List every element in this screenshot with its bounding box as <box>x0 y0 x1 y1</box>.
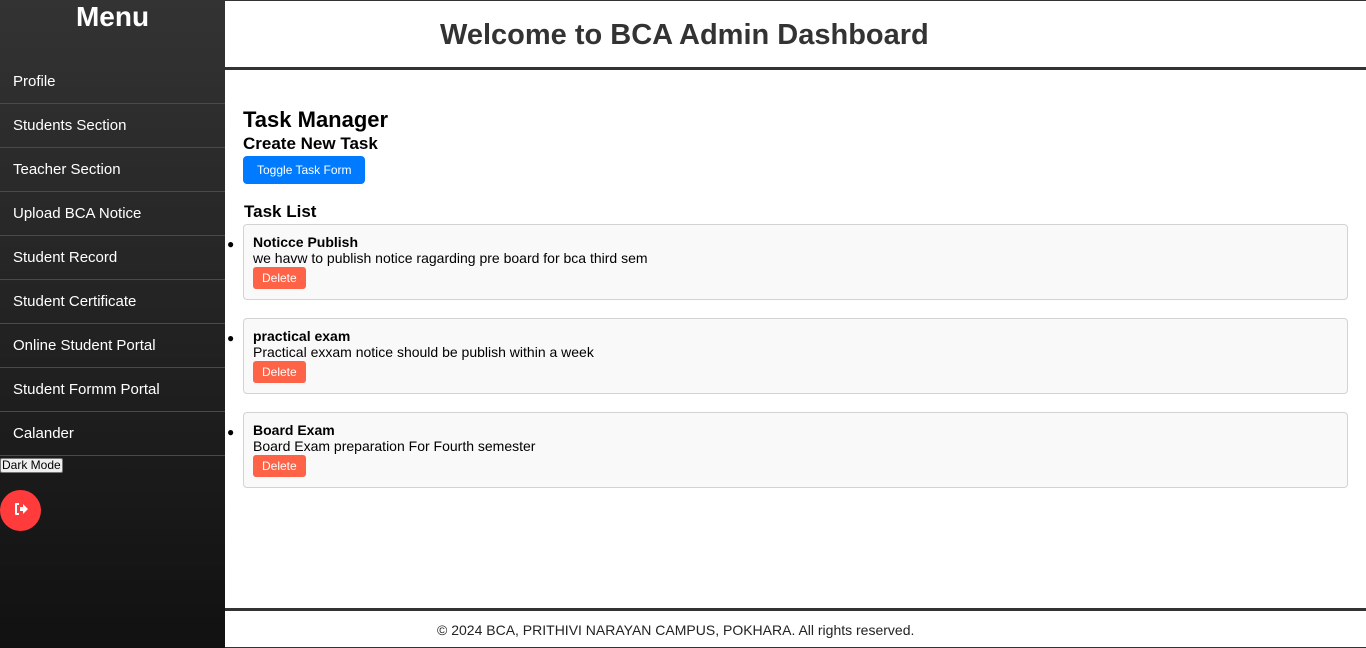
bullet-icon: ● <box>227 331 235 345</box>
task-description: Practical exxam notice should be publish… <box>253 344 594 360</box>
sidebar-item-students-section[interactable]: Students Section <box>0 104 225 148</box>
toggle-task-form-button[interactable]: Toggle Task Form <box>243 156 366 184</box>
sidebar-title: Menu <box>75 1 150 32</box>
delete-task-button[interactable]: Delete <box>253 267 306 289</box>
footer-text: © 2024 BCA, PRITHIVI NARAYAN CAMPUS, POK… <box>437 622 915 638</box>
create-task-title: Create New Task <box>243 134 378 153</box>
app: Menu Profile Students Section Teacher Se… <box>0 0 1366 648</box>
sidebar-item-online-student-portal[interactable]: Online Student Portal <box>0 324 225 368</box>
task-manager-title: Task Manager <box>243 107 389 132</box>
sidebar-item-teacher-section[interactable]: Teacher Section <box>0 148 225 192</box>
task-item: ● Board Exam Board Exam preparation For … <box>227 412 1348 488</box>
sidebar-item-student-form-portal[interactable]: Student Formm Portal <box>0 368 225 412</box>
main-content: Welcome to BCA Admin Dashboard Task Mana… <box>225 0 1366 648</box>
sidebar-item-calendar[interactable]: Calander <box>0 412 225 456</box>
sidebar-item-upload-notice[interactable]: Upload BCA Notice <box>0 192 225 236</box>
task-item: ● practical exam Practical exxam notice … <box>227 318 1348 394</box>
footer: © 2024 BCA, PRITHIVI NARAYAN CAMPUS, POK… <box>225 608 1366 648</box>
sidebar-item-student-certificate[interactable]: Student Certificate <box>0 280 225 324</box>
bullet-icon: ● <box>227 425 235 439</box>
task-list-title: Task List <box>244 202 317 221</box>
task-title: practical exam <box>253 328 351 344</box>
task-description: Board Exam preparation For Fourth semest… <box>253 438 536 454</box>
sidebar-item-profile[interactable]: Profile <box>0 60 225 104</box>
task-title: Noticce Publish <box>253 234 359 250</box>
task-description: we havw to publish notice ragarding pre … <box>253 250 648 266</box>
logout-icon <box>13 501 29 520</box>
task-manager: Task Manager Create New Task Toggle Task… <box>227 106 1348 506</box>
page-title: Welcome to BCA Admin Dashboard <box>440 19 929 51</box>
bullet-icon: ● <box>227 237 235 251</box>
sidebar: Menu Profile Students Section Teacher Se… <box>0 0 225 648</box>
logout-button[interactable] <box>0 490 41 531</box>
task-item: ● Noticce Publish we havw to publish not… <box>227 224 1348 300</box>
sidebar-menu: Profile Students Section Teacher Section… <box>0 60 225 456</box>
delete-task-button[interactable]: Delete <box>253 361 306 383</box>
dark-mode-button[interactable]: Dark Mode <box>0 458 63 473</box>
sidebar-item-student-record[interactable]: Student Record <box>0 236 225 280</box>
header: Welcome to BCA Admin Dashboard <box>225 0 1366 70</box>
task-list: ● Noticce Publish we havw to publish not… <box>227 224 1348 488</box>
task-title: Board Exam <box>253 422 335 438</box>
delete-task-button[interactable]: Delete <box>253 455 306 477</box>
